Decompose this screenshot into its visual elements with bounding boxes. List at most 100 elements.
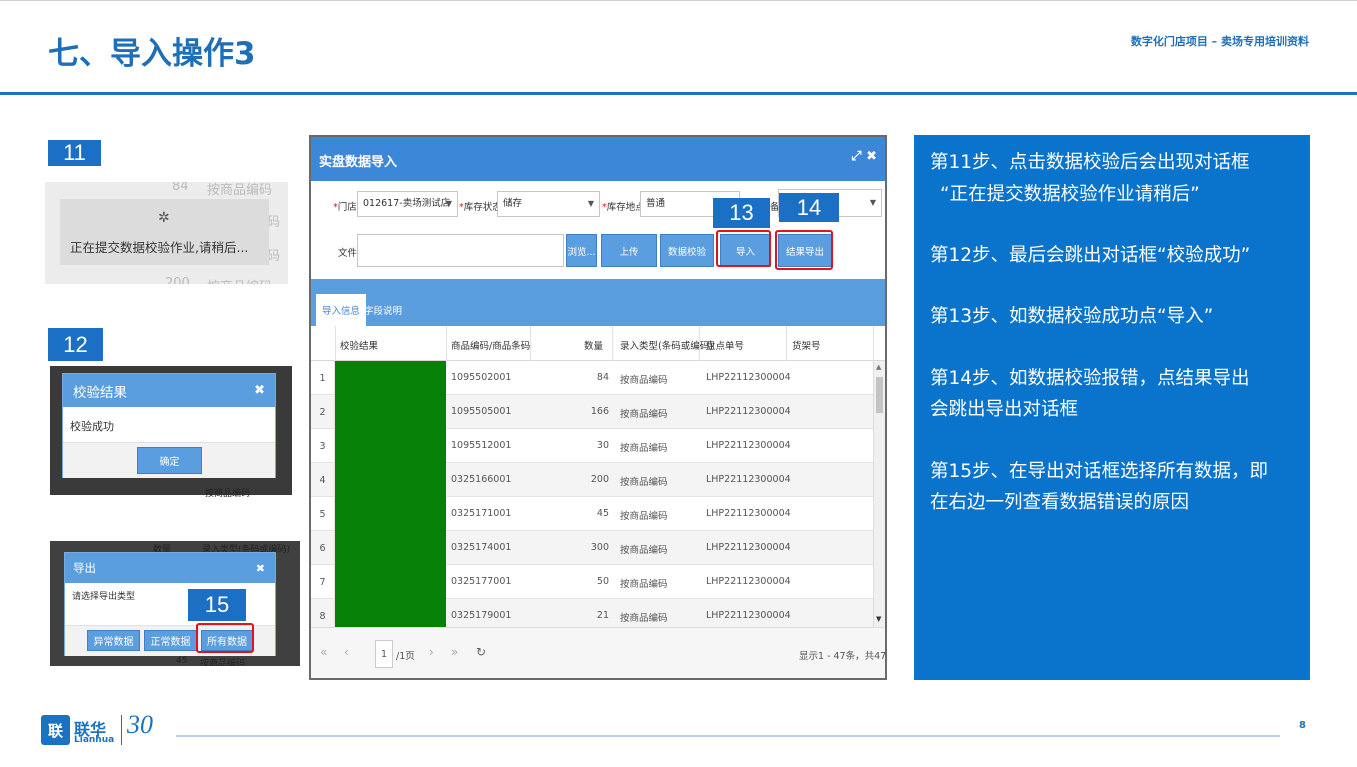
spinner-icon: ✲ [158, 210, 170, 226]
window-title: 实盘数据导入 [319, 155, 398, 170]
vertical-scrollbar[interactable]: ▲ ▼ [873, 361, 885, 627]
table-row[interactable]: 5 0325171001 45 按商品编码 LHP22112300004 [311, 497, 873, 531]
browse-button[interactable]: 浏览... [566, 234, 597, 267]
table-row[interactable]: 6 0325174001 300 按商品编码 LHP22112300004 [311, 531, 873, 565]
anniversary-logo: 30 [127, 710, 153, 739]
table-row[interactable]: 7 0325177001 50 按商品编码 LHP22112300004 [311, 565, 873, 599]
instruction-line: 第15步、在导出对话框选择所有数据，即 [930, 461, 1269, 482]
page-number: 8 [1299, 720, 1306, 731]
export-abnormal-button[interactable]: 异常数据 [87, 630, 140, 651]
row-number: 4 [311, 463, 335, 497]
entry-type-cell: 按商品编码 [620, 477, 668, 488]
prev-page-icon[interactable]: ‹ [344, 645, 349, 659]
scroll-up-icon[interactable]: ▲ [876, 363, 881, 371]
slide-title: 七、导入操作3 [48, 36, 256, 72]
order-number-cell: LHP22112300004 [706, 474, 791, 485]
dialog-title: 导出 [73, 561, 96, 575]
bg-type: 按商品编码 [200, 659, 246, 666]
record-summary: 显示1 - 47条，共47条 [799, 651, 887, 662]
row-number: 1 [311, 361, 335, 395]
entry-type-cell: 按商品编码 [620, 579, 668, 590]
validation-ok-cell [335, 463, 446, 497]
step-badge-15: 15 [188, 589, 246, 621]
instruction-line: 第12步、最后会跳出对话框“校验成功” [930, 245, 1251, 266]
tab-field-description[interactable]: 字段说明 [358, 294, 408, 326]
scrollbar-thumb[interactable] [876, 377, 883, 413]
header-divider [0, 92, 1357, 95]
step-badge-14: 14 [779, 193, 839, 222]
column-header-order[interactable]: 盘点单号 [706, 338, 744, 352]
refresh-icon[interactable]: ↻ [476, 645, 486, 659]
bg-type: 按商品编码 [207, 276, 272, 284]
qty-cell: 300 [590, 542, 609, 553]
store-select[interactable]: 012617-卖场测试店 ▼ [357, 191, 458, 217]
product-code-cell: 1095505001 [451, 406, 512, 417]
column-header-validation[interactable]: 校验结果 [340, 338, 378, 352]
scroll-down-icon[interactable]: ▼ [876, 615, 881, 623]
table-row[interactable]: 1 1095502001 84 按商品编码 LHP22112300004 [311, 361, 873, 395]
step-badge-11: 11 [48, 140, 101, 166]
order-number-cell: LHP22112300004 [706, 406, 791, 417]
export-normal-button[interactable]: 正常数据 [144, 630, 197, 651]
upload-button[interactable]: 上传 [601, 234, 657, 267]
dialog-message: 校验成功 [70, 420, 114, 433]
validation-result-dialog: 校验结果 ✖ 校验成功 确定 [62, 373, 276, 478]
entry-type-cell: 按商品编码 [620, 375, 668, 386]
step-badge-12: 12 [48, 328, 103, 361]
close-icon[interactable]: ✖ [256, 562, 265, 575]
entry-type-cell: 按商品编码 [620, 443, 668, 454]
row-number: 3 [311, 429, 335, 463]
highlight-export-all [196, 623, 254, 653]
grid-header: 校验结果 商品编码/商品条码 数量 录入类型(条码或编码) 盘点单号 货架号 [311, 326, 885, 361]
file-input[interactable] [357, 234, 564, 267]
validation-result-screenshot: 校验结果 ✖ 校验成功 确定 按商品编码 [50, 366, 292, 499]
close-icon[interactable]: ✖ [254, 383, 265, 398]
entry-type-cell: 按商品编码 [620, 409, 668, 420]
validation-ok-cell [335, 361, 446, 395]
instruction-line: 第11步、点击数据校验后会出现对话框 [930, 152, 1250, 173]
bg-qty: 200 [165, 276, 190, 284]
column-header-shelf[interactable]: 货架号 [792, 338, 821, 352]
column-header-code[interactable]: 商品编码/商品条码 [451, 338, 530, 352]
column-divider [335, 326, 336, 361]
instruction-line: 第13步、如数据校验成功点“导入” [930, 306, 1214, 327]
row-number: 2 [311, 395, 335, 429]
entry-type-cell: 按商品编码 [620, 511, 668, 522]
slide: 七、导入操作3 数字化门店项目 – 卖场专用培训资料 11 84 按商品编码 码… [0, 0, 1357, 767]
table-row[interactable]: 4 0325166001 200 按商品编码 LHP22112300004 [311, 463, 873, 497]
entry-type-cell: 按商品编码 [620, 613, 668, 624]
instruction-line: 在右边一列查看数据错误的原因 [930, 492, 1190, 513]
first-page-icon[interactable]: « [320, 645, 327, 659]
loading-message: 正在提交数据校验作业,请稍后... [70, 240, 249, 255]
validate-button[interactable]: 数据校验 [660, 234, 714, 267]
dialog-title: 校验结果 [73, 384, 127, 401]
pagination-bar: « ‹ 1 /1页 › » ↻ 显示1 - 47条，共47条 [311, 627, 885, 678]
instruction-line: 第14步、如数据校验报错，点结果导出 [930, 368, 1250, 389]
export-dialog-screenshot: 数量 录入类型(条码或编码) 导出 ✖ 请选择导出类型 异常数据 正常数据 所有… [50, 541, 300, 666]
bg-type: 按商品编码 [205, 489, 251, 499]
bg-qty: 45 [176, 656, 188, 666]
chevron-down-icon: ▼ [869, 198, 876, 207]
order-number-cell: LHP22112300004 [706, 610, 791, 621]
next-page-icon[interactable]: › [429, 645, 434, 659]
loading-modal: ✲ 正在提交数据校验作业,请稍后... [60, 199, 269, 265]
row-number: 7 [311, 565, 335, 599]
validation-ok-cell [335, 395, 446, 429]
table-row[interactable]: 3 1095512001 30 按商品编码 LHP22112300004 [311, 429, 873, 463]
window-controls-icon[interactable]: ⤢ ✖ [851, 149, 877, 164]
export-prompt: 请选择导出类型 [72, 592, 136, 602]
confirm-button[interactable]: 确定 [137, 447, 202, 474]
page-total: /1页 [396, 651, 415, 662]
last-page-icon[interactable]: » [451, 645, 458, 659]
store-value: 012617-卖场测试店 [363, 198, 451, 209]
stock-status-select[interactable]: 储存 ▼ [497, 191, 600, 217]
instruction-line: 会跳出导出对话框 [930, 399, 1079, 420]
order-number-cell: LHP22112300004 [706, 576, 791, 587]
dialog-header: 校验结果 ✖ [63, 374, 275, 407]
chevron-down-icon: ▼ [587, 199, 594, 208]
product-code-cell: 0325166001 [451, 474, 512, 485]
column-header-qty[interactable]: 数量 [584, 338, 603, 352]
validation-ok-cell [335, 531, 446, 565]
table-row[interactable]: 2 1095505001 166 按商品编码 LHP22112300004 [311, 395, 873, 429]
page-number-input[interactable]: 1 [375, 640, 393, 668]
